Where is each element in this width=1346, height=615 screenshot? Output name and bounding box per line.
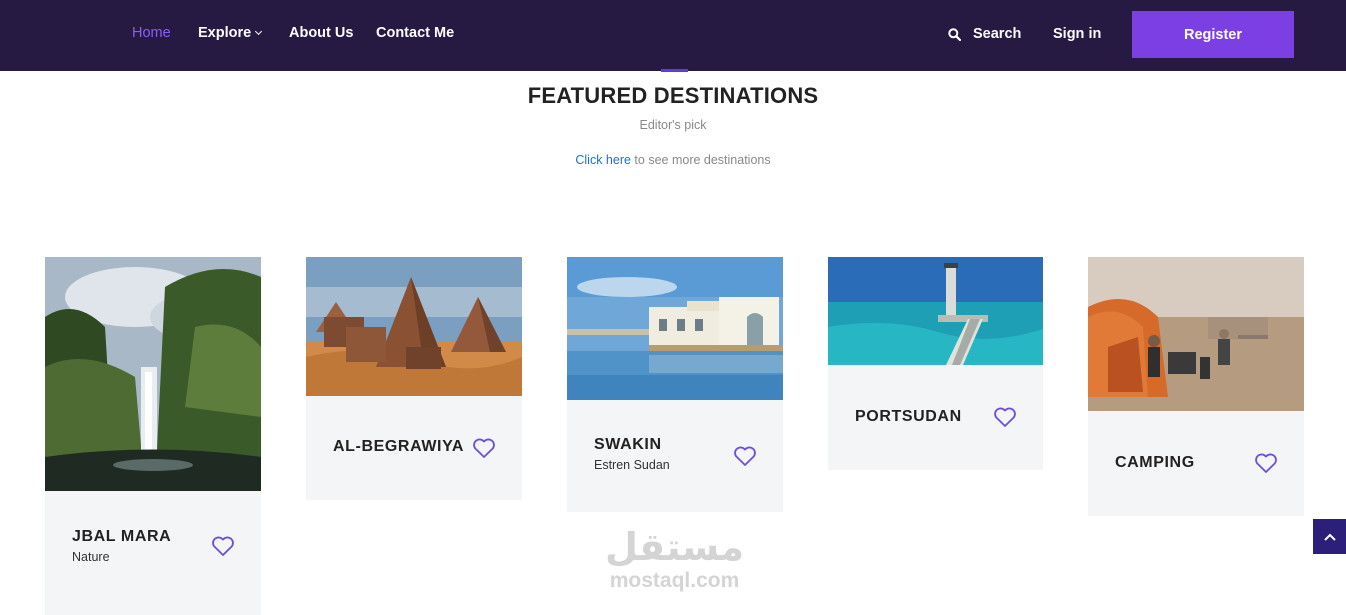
see-more-text: to see more destinations xyxy=(630,153,771,167)
search-icon[interactable] xyxy=(948,28,961,41)
heart-icon[interactable] xyxy=(472,437,496,459)
destination-name: AL-BEGRAWIYA xyxy=(333,438,465,455)
destination-name: PORTSUDAN xyxy=(855,408,962,425)
nav-contact-link[interactable]: Contact Me xyxy=(376,25,454,41)
section-subtitle: Editor's pick xyxy=(639,118,707,132)
swakin-harbor-image xyxy=(567,257,783,400)
destination-category: Nature xyxy=(72,550,110,564)
click-here-link[interactable]: Click here xyxy=(575,153,631,167)
destination-name: SWAKIN xyxy=(594,436,662,453)
heart-icon[interactable] xyxy=(993,406,1017,428)
destination-region: Estren Sudan xyxy=(594,458,670,472)
nav-about-link[interactable]: About Us xyxy=(289,25,353,41)
mostaql-watermark: مستقل mostaql.com xyxy=(592,525,757,593)
heart-icon[interactable] xyxy=(211,535,235,557)
chevron-down-icon xyxy=(255,27,263,36)
destination-name: CAMPING xyxy=(1115,454,1195,471)
heart-icon[interactable] xyxy=(733,445,757,467)
see-more-line: Click here to see more destinations xyxy=(0,153,1346,167)
lighthouse-sea-image xyxy=(828,257,1043,365)
destination-card-portsudan[interactable]: PORTSUDAN xyxy=(828,257,1043,470)
nav-explore-label: Explore xyxy=(198,25,252,41)
nav-search-link[interactable]: Search xyxy=(973,26,1021,42)
nav-explore-dropdown[interactable]: Explore xyxy=(198,25,263,41)
scroll-to-top-button[interactable] xyxy=(1313,519,1346,554)
camping-image xyxy=(1088,257,1304,411)
chevron-up-icon xyxy=(1323,533,1336,541)
destination-card-jbal-mara[interactable]: JBAL MARA Nature xyxy=(45,257,261,615)
nav-signin-link[interactable]: Sign in xyxy=(1053,26,1101,42)
section-title: FEATURED DESTINATIONS xyxy=(527,83,819,108)
nav-home-link[interactable]: Home xyxy=(132,25,171,41)
heart-icon[interactable] xyxy=(1254,452,1278,474)
pyramids-image xyxy=(306,257,522,396)
watermark-latin: mostaql.com xyxy=(609,569,740,592)
register-button[interactable]: Register xyxy=(1132,11,1294,58)
destination-card-camping[interactable]: CAMPING xyxy=(1088,257,1304,516)
watermark-arabic: مستقل xyxy=(605,525,744,569)
waterfall-image xyxy=(45,257,261,491)
destination-card-swakin[interactable]: SWAKIN Estren Sudan xyxy=(567,257,783,512)
section-accent-bar xyxy=(661,69,688,72)
destination-card-al-begrawiya[interactable]: AL-BEGRAWIYA xyxy=(306,257,522,500)
destination-name: JBAL MARA xyxy=(72,528,172,545)
top-navbar: Home Explore About Us Contact Me Search … xyxy=(0,0,1346,71)
